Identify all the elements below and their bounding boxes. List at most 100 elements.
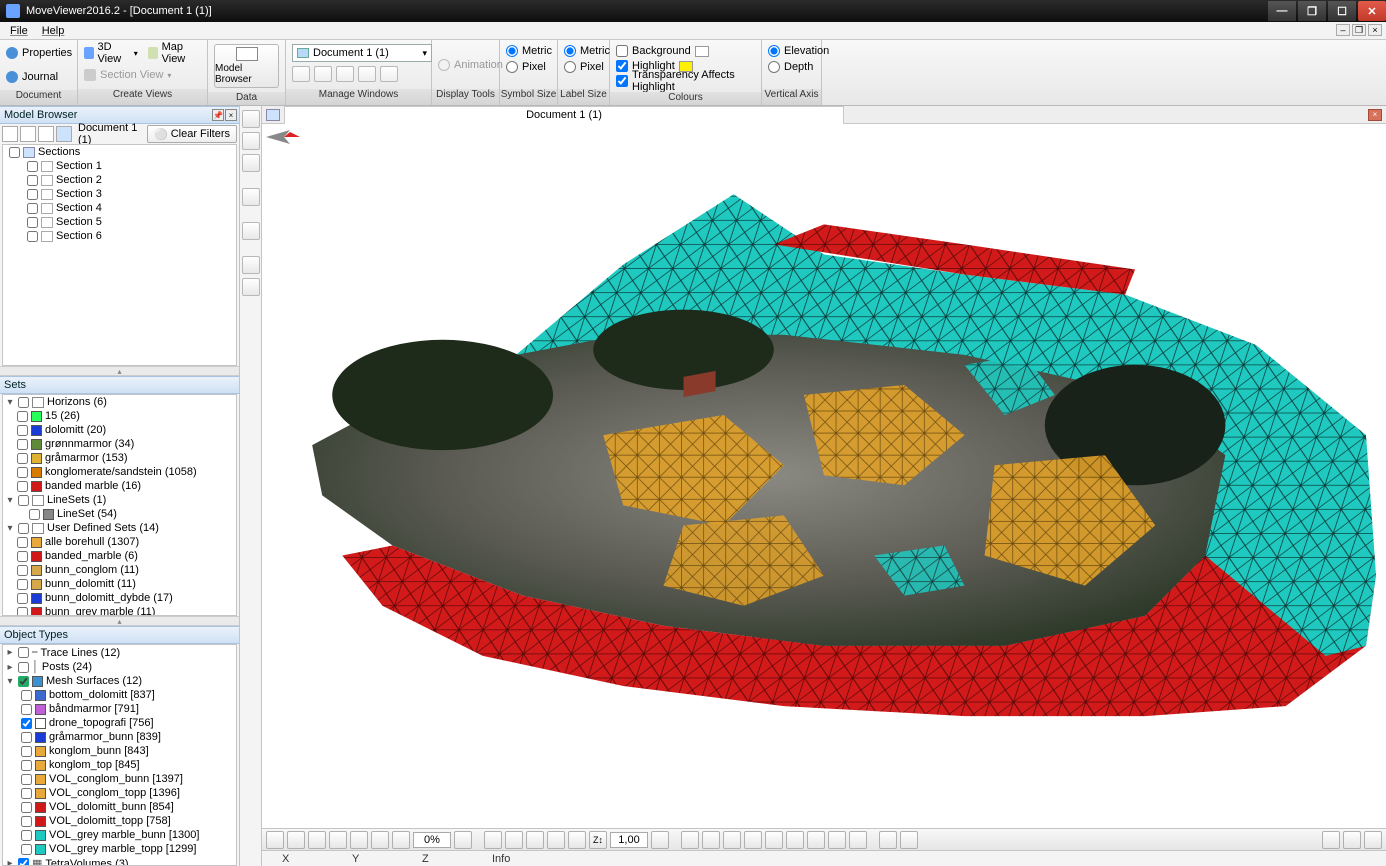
- win-tile-h-icon[interactable]: [292, 66, 310, 82]
- section-item[interactable]: Section 2: [3, 173, 236, 187]
- window-close[interactable]: ✕: [1358, 1, 1386, 21]
- bt-g1[interactable]: [484, 831, 502, 849]
- mesh-item[interactable]: VOL_grey marble_topp [1299]: [3, 842, 236, 856]
- 3dview-button[interactable]: 3D View▾: [84, 44, 138, 62]
- section-item[interactable]: Section 5: [3, 215, 236, 229]
- bt-zoom-out-icon[interactable]: [744, 831, 762, 849]
- userset-item[interactable]: alle borehull (1307): [3, 535, 236, 549]
- bt-6[interactable]: [371, 831, 389, 849]
- bt-nav1[interactable]: [681, 831, 699, 849]
- bt-4[interactable]: [329, 831, 347, 849]
- horizon-item[interactable]: gråmarmor (153): [3, 451, 236, 465]
- section-item[interactable]: Section 1: [3, 159, 236, 173]
- sets-header[interactable]: Sets: [0, 376, 239, 394]
- bt-g4[interactable]: [547, 831, 565, 849]
- mb-toolbtn1[interactable]: [2, 126, 18, 142]
- bt-home-icon[interactable]: [828, 831, 846, 849]
- bt-step[interactable]: [454, 831, 472, 849]
- objtypes-header[interactable]: Object Types: [0, 626, 239, 644]
- mesh-item[interactable]: båndmarmor [791]: [3, 702, 236, 716]
- userset-item[interactable]: bunn_dolomitt (11): [3, 577, 236, 591]
- bt-r2[interactable]: [1343, 831, 1361, 849]
- bt-nav9[interactable]: [849, 831, 867, 849]
- bt-3[interactable]: [308, 831, 326, 849]
- panel-pin-icon[interactable]: 📌: [212, 109, 224, 121]
- mdi-restore[interactable]: ❐: [1352, 24, 1366, 36]
- mesh-item[interactable]: VOL_conglom_bunn [1397]: [3, 772, 236, 786]
- userset-item[interactable]: bunn_grey marble (11): [3, 605, 236, 616]
- tab-close-icon[interactable]: ×: [1368, 109, 1382, 121]
- vertaxis-elevation[interactable]: Elevation: [768, 44, 829, 58]
- vt-tool4-icon[interactable]: [242, 188, 260, 206]
- bt-nav2[interactable]: [702, 831, 720, 849]
- mesh-item[interactable]: VOL_conglom_topp [1396]: [3, 786, 236, 800]
- menu-file[interactable]: File: [10, 25, 28, 37]
- bt-refresh-icon[interactable]: [266, 831, 284, 849]
- mesh-item[interactable]: bottom_dolomitt [837]: [3, 688, 236, 702]
- bt-step2[interactable]: [651, 831, 669, 849]
- bt-nav3[interactable]: [723, 831, 741, 849]
- win-cascade-icon[interactable]: [336, 66, 354, 82]
- window-maximize[interactable]: ☐: [1328, 1, 1356, 21]
- document-tab[interactable]: Document 1 (1): [284, 106, 844, 124]
- splitter1[interactable]: [0, 366, 239, 376]
- mesh-item[interactable]: VOL_dolomitt_bunn [854]: [3, 800, 236, 814]
- bt-g3[interactable]: [526, 831, 544, 849]
- objtypes-tree[interactable]: ▸⎯Trace Lines (12) ▸│Posts (24) ▾Mesh Su…: [2, 644, 237, 866]
- panel-close-icon[interactable]: ×: [225, 109, 237, 121]
- sets-tree[interactable]: ▾Horizons (6) 15 (26)dolomitt (20)grønnm…: [2, 394, 237, 616]
- mdi-minimize[interactable]: –: [1336, 24, 1350, 36]
- win-tile-v-icon[interactable]: [314, 66, 332, 82]
- bt-nav7[interactable]: [807, 831, 825, 849]
- 3d-viewport[interactable]: [262, 124, 1386, 828]
- mesh-item[interactable]: konglom_top [845]: [3, 758, 236, 772]
- bt-g2[interactable]: [505, 831, 523, 849]
- vt-tool7-icon[interactable]: [242, 278, 260, 296]
- mb-toolbtn2[interactable]: [20, 126, 36, 142]
- bt-r3[interactable]: [1364, 831, 1382, 849]
- vertaxis-depth[interactable]: Depth: [768, 60, 813, 74]
- vt-rotate-icon[interactable]: [242, 154, 260, 172]
- lineset-item[interactable]: LineSet (54): [3, 507, 236, 521]
- symbolsize-metric[interactable]: Metric: [506, 44, 552, 58]
- bt-5[interactable]: [350, 831, 368, 849]
- bt-z-icon[interactable]: Z↕: [589, 831, 607, 849]
- userset-item[interactable]: banded_marble (6): [3, 549, 236, 563]
- mdi-close[interactable]: ×: [1368, 24, 1382, 36]
- labelsize-metric[interactable]: Metric: [564, 44, 610, 58]
- horizon-item[interactable]: dolomitt (20): [3, 423, 236, 437]
- clear-filters-button[interactable]: ⚪Clear Filters: [147, 125, 237, 143]
- mesh-item[interactable]: gråmarmor_bunn [839]: [3, 730, 236, 744]
- labelsize-pixel[interactable]: Pixel: [564, 60, 604, 74]
- bt-disp2[interactable]: [900, 831, 918, 849]
- vt-cursor-icon[interactable]: [242, 110, 260, 128]
- modelbrowser-button[interactable]: Model Browser: [214, 44, 279, 88]
- bt-r1[interactable]: [1322, 831, 1340, 849]
- win-arrange2-icon[interactable]: [380, 66, 398, 82]
- section-item[interactable]: Section 3: [3, 187, 236, 201]
- win-arrange1-icon[interactable]: [358, 66, 376, 82]
- userset-item[interactable]: bunn_dolomitt_dybde (17): [3, 591, 236, 605]
- window-restore[interactable]: ❐: [1298, 1, 1326, 21]
- userset-item[interactable]: bunn_conglom (11): [3, 563, 236, 577]
- menu-help[interactable]: Help: [42, 25, 65, 37]
- opacity-value[interactable]: 0%: [413, 832, 451, 848]
- vt-tool5-icon[interactable]: [242, 222, 260, 240]
- splitter2[interactable]: [0, 616, 239, 626]
- mesh-item[interactable]: konglom_bunn [843]: [3, 744, 236, 758]
- horizon-item[interactable]: 15 (26): [3, 409, 236, 423]
- properties-button[interactable]: Properties: [6, 44, 72, 62]
- symbolsize-pixel[interactable]: Pixel: [506, 60, 546, 74]
- bt-zoomfit-icon[interactable]: [786, 831, 804, 849]
- sections-tree[interactable]: Sections Section 1Section 2Section 3Sect…: [2, 144, 237, 366]
- section-item[interactable]: Section 6: [3, 229, 236, 243]
- mapview-button[interactable]: Map View: [148, 44, 201, 62]
- mb-toolbtn3[interactable]: [38, 126, 54, 142]
- vertical-exag-value[interactable]: 1,00: [610, 832, 648, 848]
- document-selector[interactable]: Document 1 (1)▾: [292, 44, 432, 62]
- bt-7[interactable]: [392, 831, 410, 849]
- bt-disp1[interactable]: [879, 831, 897, 849]
- horizon-item[interactable]: grønnmarmor (34): [3, 437, 236, 451]
- window-minimize[interactable]: —: [1268, 1, 1296, 21]
- horizon-item[interactable]: konglomerate/sandstein (1058): [3, 465, 236, 479]
